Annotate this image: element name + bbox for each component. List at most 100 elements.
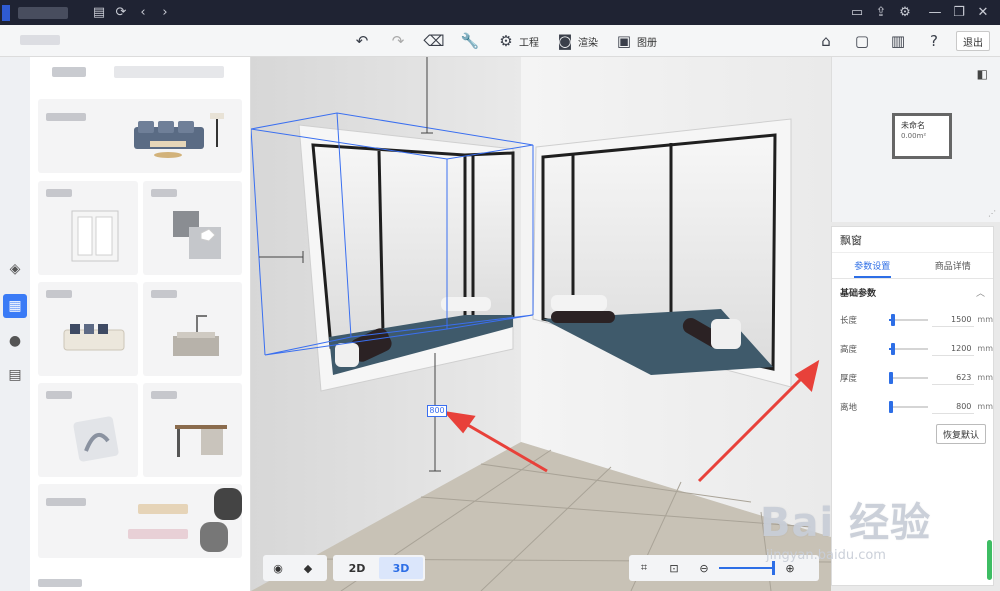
restore-button[interactable]: ❐ (948, 2, 970, 24)
param-slider[interactable] (888, 342, 928, 355)
slider-knob[interactable] (888, 371, 893, 384)
minimap-room[interactable]: 未命名 0.00m² (892, 113, 952, 159)
param-label: 厚度 (840, 373, 858, 384)
app-name-blurred (18, 6, 68, 19)
param-unit: mm (977, 402, 993, 411)
box-icon[interactable]: ▤ (3, 363, 27, 387)
cube-icon[interactable]: ◆ (293, 557, 323, 579)
param-value-input[interactable]: 800 (931, 400, 975, 414)
minimap-toggle-icon[interactable]: ◧ (977, 67, 988, 81)
save-button[interactable]: ▢ (848, 29, 876, 53)
param-unit: mm (977, 344, 993, 353)
catalog-tab-blurred[interactable] (52, 67, 86, 77)
catalog-card-tile[interactable] (143, 181, 242, 275)
minimap-room-area: 0.00m² (901, 132, 927, 140)
tab-product-details[interactable]: 商品详情 (913, 253, 994, 278)
param-unit: mm (977, 315, 993, 324)
zoom-slider-knob[interactable] (772, 561, 775, 575)
eye-icon[interactable]: ◉ (263, 557, 293, 579)
param-value-input[interactable]: 623 (931, 371, 975, 385)
refresh-icon[interactable]: ⟳ (110, 2, 132, 24)
catalog-card-door[interactable] (38, 181, 138, 275)
panel-scrollbar[interactable] (987, 540, 992, 580)
catalog-card-sink[interactable] (143, 282, 242, 376)
back-arrow-icon[interactable]: ‹ (132, 2, 154, 24)
blurred-item (138, 504, 188, 514)
collapse-chevron-icon[interactable]: ︿ (976, 286, 985, 299)
basic-params-section[interactable]: 基础参数 ︿ (832, 279, 993, 305)
forward-arrow-icon[interactable]: › (154, 2, 176, 24)
fit-view-icon[interactable]: ⊡ (659, 557, 689, 579)
eraser-button[interactable]: ⌫ (420, 29, 448, 53)
clipboard-icon: ▥ (890, 32, 906, 50)
param-value-input[interactable]: 1200 (931, 342, 975, 356)
catalog-tabs (30, 57, 250, 87)
param-row-elevation: 离地 800 mm (832, 392, 993, 421)
room-render[interactable] (251, 57, 831, 591)
close-button[interactable]: ✕ (972, 2, 994, 24)
tools-button[interactable]: 🔧 (456, 29, 484, 53)
param-slider[interactable] (888, 371, 928, 384)
param-slider[interactable] (888, 313, 928, 326)
zoom-out-icon[interactable]: ⊖ (689, 557, 719, 579)
tile-thumbnail (173, 211, 221, 259)
drawing-icon: ▣ (616, 32, 632, 50)
zoom-slider[interactable] (719, 561, 775, 575)
slider-knob[interactable] (890, 342, 895, 355)
redo-button[interactable]: ↷ (384, 29, 412, 53)
mode-3d-button[interactable]: 3D (379, 557, 423, 579)
home-icon: ⌂ (821, 32, 831, 50)
project-button[interactable]: ⚙ 工程 (492, 29, 543, 53)
properties-title: 飘窗 (832, 227, 993, 253)
drawing-button[interactable]: ▣ 图册 (610, 29, 661, 53)
card-label-blurred (46, 391, 72, 399)
blurred-label (20, 35, 60, 45)
param-value-input[interactable]: 1500 (931, 313, 975, 327)
card-label-blurred (38, 579, 82, 587)
render-label: 渲染 (578, 37, 598, 49)
eraser-icon: ⌫ (423, 32, 445, 50)
slider-knob[interactable] (891, 313, 896, 326)
user-icon[interactable]: ● (3, 329, 27, 353)
snapshot-icon[interactable]: ⌗ (629, 557, 659, 579)
settings-icon[interactable]: ⚙ (894, 2, 916, 24)
resize-grip-icon[interactable]: ⋰ (988, 209, 996, 218)
share-icon[interactable]: ⇪ (870, 2, 892, 24)
catalog-search-blurred[interactable] (114, 66, 224, 78)
reset-default-button[interactable]: 恢复默认 (935, 424, 986, 444)
app-logo (2, 4, 10, 21)
undo-button[interactable]: ↶ (348, 29, 376, 53)
exit-button[interactable]: 退出 (956, 31, 990, 51)
redo-icon: ↷ (391, 32, 405, 50)
slider-knob[interactable] (888, 400, 893, 413)
3d-viewport[interactable]: 800 ◉ ◆ 2D 3D ⌗ ⊡ ⊖ ⊕ (251, 57, 831, 591)
tab-parameters[interactable]: 参数设置 (832, 253, 913, 278)
param-slider[interactable] (888, 400, 928, 413)
minimize-button[interactable]: — (924, 2, 946, 24)
blurred-item (214, 488, 242, 520)
param-label: 高度 (840, 344, 858, 355)
dimension-input[interactable]: 800 (427, 405, 447, 417)
clipboard-button[interactable]: ▥ (884, 29, 912, 53)
save-file-icon[interactable]: ▤ (88, 2, 110, 24)
help-button[interactable]: ? (920, 29, 948, 53)
view-toggle-group: ◉ ◆ (263, 555, 327, 581)
drawing-label: 图册 (637, 37, 657, 49)
param-row-thickness: 厚度 623 mm (832, 363, 993, 392)
main-toolbar: ↶ ↷ ⌫ 🔧 ⚙ 工程 ◙ 渲染 ▣ 图册 ⌂ ▢ ▥ ? 退出 (0, 25, 1000, 57)
param-row-length: 长度 1500 mm (832, 305, 993, 334)
card-label-blurred (151, 189, 177, 197)
catalog-card-featured[interactable] (38, 99, 242, 173)
mode-2d-button[interactable]: 2D (335, 557, 379, 579)
render-button[interactable]: ◙ 渲染 (551, 29, 602, 53)
param-unit: mm (977, 373, 993, 382)
param-row-height: 高度 1200 mm (832, 334, 993, 363)
home-button[interactable]: ⌂ (812, 29, 840, 53)
catalog-card-desk[interactable] (143, 383, 242, 477)
catalog-card-pillow[interactable] (38, 383, 138, 477)
catalog-icon[interactable]: ▦ (3, 294, 27, 318)
layers-icon[interactable]: ◈ (3, 257, 27, 281)
catalog-card-sofa[interactable] (38, 282, 138, 376)
catalog-card-misc[interactable] (38, 484, 242, 558)
message-icon[interactable]: ▭ (846, 2, 868, 24)
